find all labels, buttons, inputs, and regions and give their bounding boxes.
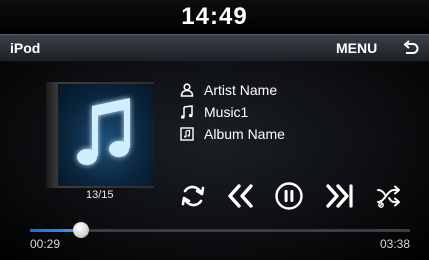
song-title: Music1 [204, 104, 249, 120]
album-art [58, 84, 154, 186]
total-time: 03:38 [379, 237, 410, 251]
progress-knob[interactable] [72, 222, 89, 238]
clock: 14:49 [181, 3, 248, 30]
album-icon [180, 127, 194, 141]
artist-row: Artist Name [180, 82, 277, 98]
progress-bar[interactable] [30, 222, 410, 238]
album-row: Album Name [180, 126, 285, 142]
album-art-frame [46, 82, 154, 188]
artist-name: Artist Name [204, 82, 278, 98]
source-title: iPod [10, 40, 41, 56]
previous-icon[interactable] [224, 181, 258, 211]
shuffle-icon[interactable] [374, 181, 404, 211]
next-icon[interactable] [322, 181, 356, 211]
repeat-icon[interactable] [178, 181, 208, 211]
pause-icon[interactable] [274, 181, 304, 211]
person-icon [180, 83, 194, 97]
elapsed-time: 00:29 [30, 237, 61, 251]
track-counter: 13/15 [86, 189, 114, 201]
menu-button[interactable]: MENU [336, 40, 377, 56]
album-name: Album Name [204, 126, 285, 142]
title-bar: iPod MENU [0, 34, 429, 62]
song-icon [181, 105, 193, 119]
player-area: 13/15 Artist Name Music1 Album Name 00:2… [0, 62, 429, 260]
music-note-icon [77, 98, 130, 165]
back-icon[interactable] [402, 40, 420, 58]
status-bar: 14:49 [0, 0, 429, 34]
song-row: Music1 [180, 104, 248, 120]
